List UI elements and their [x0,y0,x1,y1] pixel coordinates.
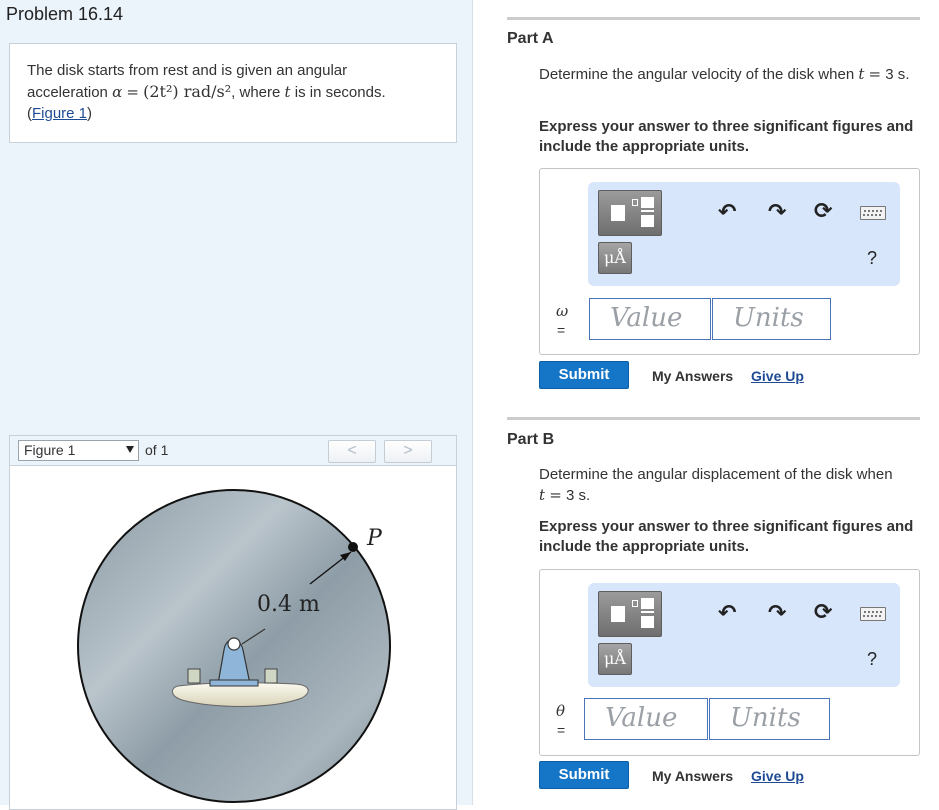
previous-figure-button[interactable]: < [328,440,376,463]
part-a-question: Determine the angular velocity of the di… [539,65,910,83]
part-b-math-toolbar: μÅ ↶ ↷ ⟳ ? [588,583,900,687]
part-b-submit-button[interactable]: Submit [539,761,629,789]
figure-link-line: (Figure 1) [27,105,93,122]
part-b-question: Determine the angular displacement of th… [539,466,893,504]
part-b-title: Part B [507,431,555,448]
units-input[interactable]: Units [712,298,831,340]
acceleration-expression: (2t²) rad/s² [143,82,232,101]
part-b-divider [507,417,920,420]
part-a-give-up-link[interactable]: Give Up [751,368,804,384]
theta-label: θ [556,702,566,720]
figure-area: P 0.4 m [9,465,457,810]
part-a-title: Part A [507,30,554,47]
help-icon[interactable]: ? [867,248,877,269]
redo-icon[interactable]: ↷ [768,602,786,624]
part-a-divider [507,17,920,20]
redo-icon[interactable]: ↷ [768,201,786,223]
equals-sign: = [557,322,566,338]
equals-sign: = [557,722,566,738]
part-a-instruction: Express your answer to three significant… [539,118,914,155]
figure-link[interactable]: Figure 1 [32,105,87,122]
problem-panel: Problem 16.14 The disk starts from rest … [0,0,473,810]
templates-icon[interactable] [598,591,662,637]
point-p-dot [348,542,358,552]
keyboard-icon[interactable] [860,206,886,220]
part-a-my-answers[interactable]: My Answers [652,368,733,384]
reset-icon[interactable]: ⟳ [814,200,832,222]
disk-figure: P 0.4 m [77,489,391,803]
help-icon[interactable]: ? [867,649,877,670]
units-symbol-button[interactable]: μÅ [598,643,632,675]
omega-label: ω [556,302,569,320]
units-input[interactable]: Units [709,698,830,740]
radius-label: 0.4 m [257,592,320,617]
reset-icon[interactable]: ⟳ [814,601,832,623]
keyboard-icon[interactable] [860,607,886,621]
problem-text-line1: The disk starts from rest and is given a… [27,62,348,79]
templates-icon[interactable] [598,190,662,236]
part-a-answer-box: μÅ ↶ ↷ ⟳ ? ω = Value Units [539,168,920,355]
undo-icon[interactable]: ↶ [718,602,736,624]
problem-title: Problem 16.14 [6,4,124,24]
undo-icon[interactable]: ↶ [718,201,736,223]
part-b-my-answers[interactable]: My Answers [652,768,733,784]
next-figure-button[interactable]: > [384,440,432,463]
dropdown-caret-icon [126,446,134,453]
part-b-instruction: Express your answer to three significant… [539,518,914,555]
value-input[interactable]: Value [584,698,708,740]
part-a-submit-button[interactable]: Submit [539,361,629,389]
problem-statement: The disk starts from rest and is given a… [9,43,457,143]
part-a-math-toolbar: μÅ ↶ ↷ ⟳ ? [588,182,900,286]
pin [227,637,241,651]
figure-select[interactable]: Figure 1 [18,440,139,461]
part-b-give-up-link[interactable]: Give Up [751,768,804,784]
value-input[interactable]: Value [589,298,711,340]
point-p-label: P [366,526,383,551]
figure-toolbar: Figure 1 of 1 < > [9,435,457,465]
part-b-answer-box: μÅ ↶ ↷ ⟳ ? θ = Value Units [539,569,920,756]
units-symbol-button[interactable]: μÅ [598,242,632,274]
figure-count: of 1 [145,442,169,458]
problem-text-line2: acceleration α = (2t²) rad/s², where t i… [27,82,386,101]
alpha-symbol: α [112,83,123,101]
